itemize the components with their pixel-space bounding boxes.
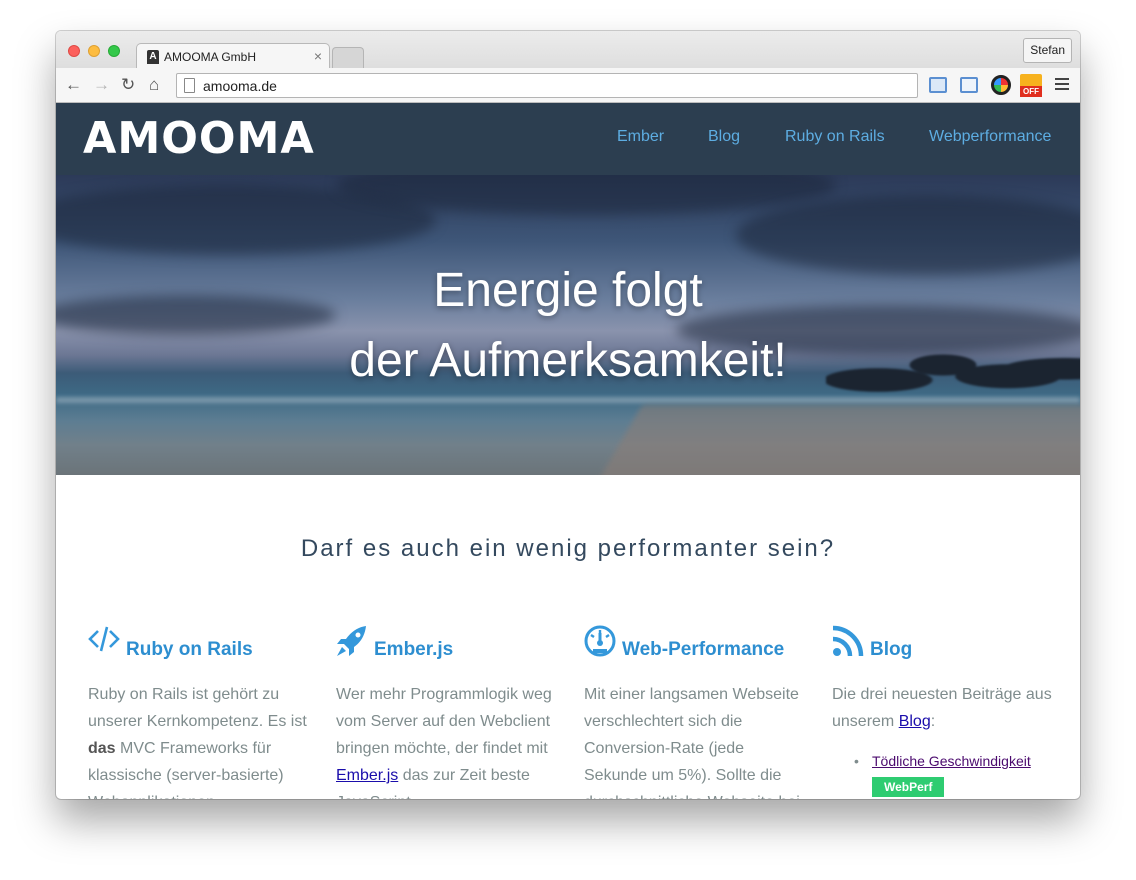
tagline: Darf es auch ein wenig performanter sein…	[300, 535, 836, 562]
extension-icon[interactable]	[960, 77, 978, 93]
home-icon[interactable]: ⌂	[149, 75, 159, 95]
feature-title[interactable]: Ember.js	[374, 638, 453, 662]
page-icon	[184, 78, 195, 93]
url-text[interactable]: amooma.de	[203, 78, 277, 94]
code-icon	[88, 626, 120, 652]
toolbar: ← → ↻ ⌂ amooma.de OFF	[56, 68, 1080, 103]
rocket-icon	[337, 626, 366, 656]
blog-link[interactable]: Blog	[899, 713, 931, 730]
extension-icon[interactable]	[929, 77, 947, 93]
list-bullet: •	[854, 753, 859, 769]
favicon-icon: A	[147, 50, 159, 64]
feature-text: Die drei neuesten Beiträge aus unserem B…	[832, 686, 1052, 730]
browser-window: A AMOOMA GmbH × Stefan ← → ↻ ⌂ amooma.de…	[56, 31, 1080, 799]
back-arrow-icon[interactable]: ←	[65, 75, 82, 95]
off-badge: OFF	[1020, 86, 1042, 97]
feature-title[interactable]: Web-Performance	[622, 638, 784, 662]
feature-title[interactable]: Ruby on Rails	[126, 638, 253, 662]
feature-title[interactable]: Blog	[870, 638, 912, 662]
menu-icon[interactable]	[1055, 78, 1069, 93]
tab-amooma[interactable]: A AMOOMA GmbH ×	[136, 43, 330, 69]
feature-text: Ruby on Rails ist gehört zu unserer Kern…	[88, 686, 307, 799]
minimize-window-button[interactable]	[88, 45, 100, 57]
tab-bar: A AMOOMA GmbH × Stefan	[56, 31, 1080, 69]
new-tab-button[interactable]	[332, 47, 364, 68]
tag-badge[interactable]: WebPerf	[872, 777, 945, 797]
forward-arrow-icon[interactable]: →	[93, 75, 110, 95]
ember-link[interactable]: Ember.js	[336, 767, 398, 784]
profile-button[interactable]: Stefan	[1023, 38, 1072, 63]
nav-link-ruby-on-rails[interactable]: Ruby on Rails	[785, 128, 885, 146]
speedometer-icon	[584, 625, 616, 657]
feature-text: Wer mehr Programmlogik weg vom Server au…	[336, 686, 552, 799]
site-logo[interactable]: AMOOMA	[83, 115, 315, 163]
site-header: AMOOMA Ember Blog Ruby on Rails Webperfo…	[56, 103, 1080, 175]
blog-post-link[interactable]: Tödliche Geschwindigkeit	[872, 753, 1031, 769]
hero-heading-line-1: Energie folgt	[433, 264, 703, 317]
close-window-button[interactable]	[68, 45, 80, 57]
nav-link-ember[interactable]: Ember	[617, 128, 664, 146]
color-picker-icon[interactable]	[991, 75, 1011, 95]
reload-icon[interactable]: ↻	[121, 75, 135, 95]
hero-banner: Energie folgt der Aufmerksamkeit!	[56, 175, 1080, 475]
tab-title: AMOOMA GmbH	[164, 50, 257, 64]
feature-text: Mit einer langsamen Webseite verschlecht…	[584, 686, 800, 799]
close-tab-icon[interactable]: ×	[314, 48, 322, 64]
nav-link-webperformance[interactable]: Webperformance	[929, 128, 1051, 146]
nav-link-blog[interactable]: Blog	[708, 128, 740, 146]
address-bar[interactable]: amooma.de	[176, 73, 918, 98]
zoom-window-button[interactable]	[108, 45, 120, 57]
rss-icon	[832, 625, 864, 657]
hero-heading-line-2: der Aufmerksamkeit!	[349, 334, 787, 387]
